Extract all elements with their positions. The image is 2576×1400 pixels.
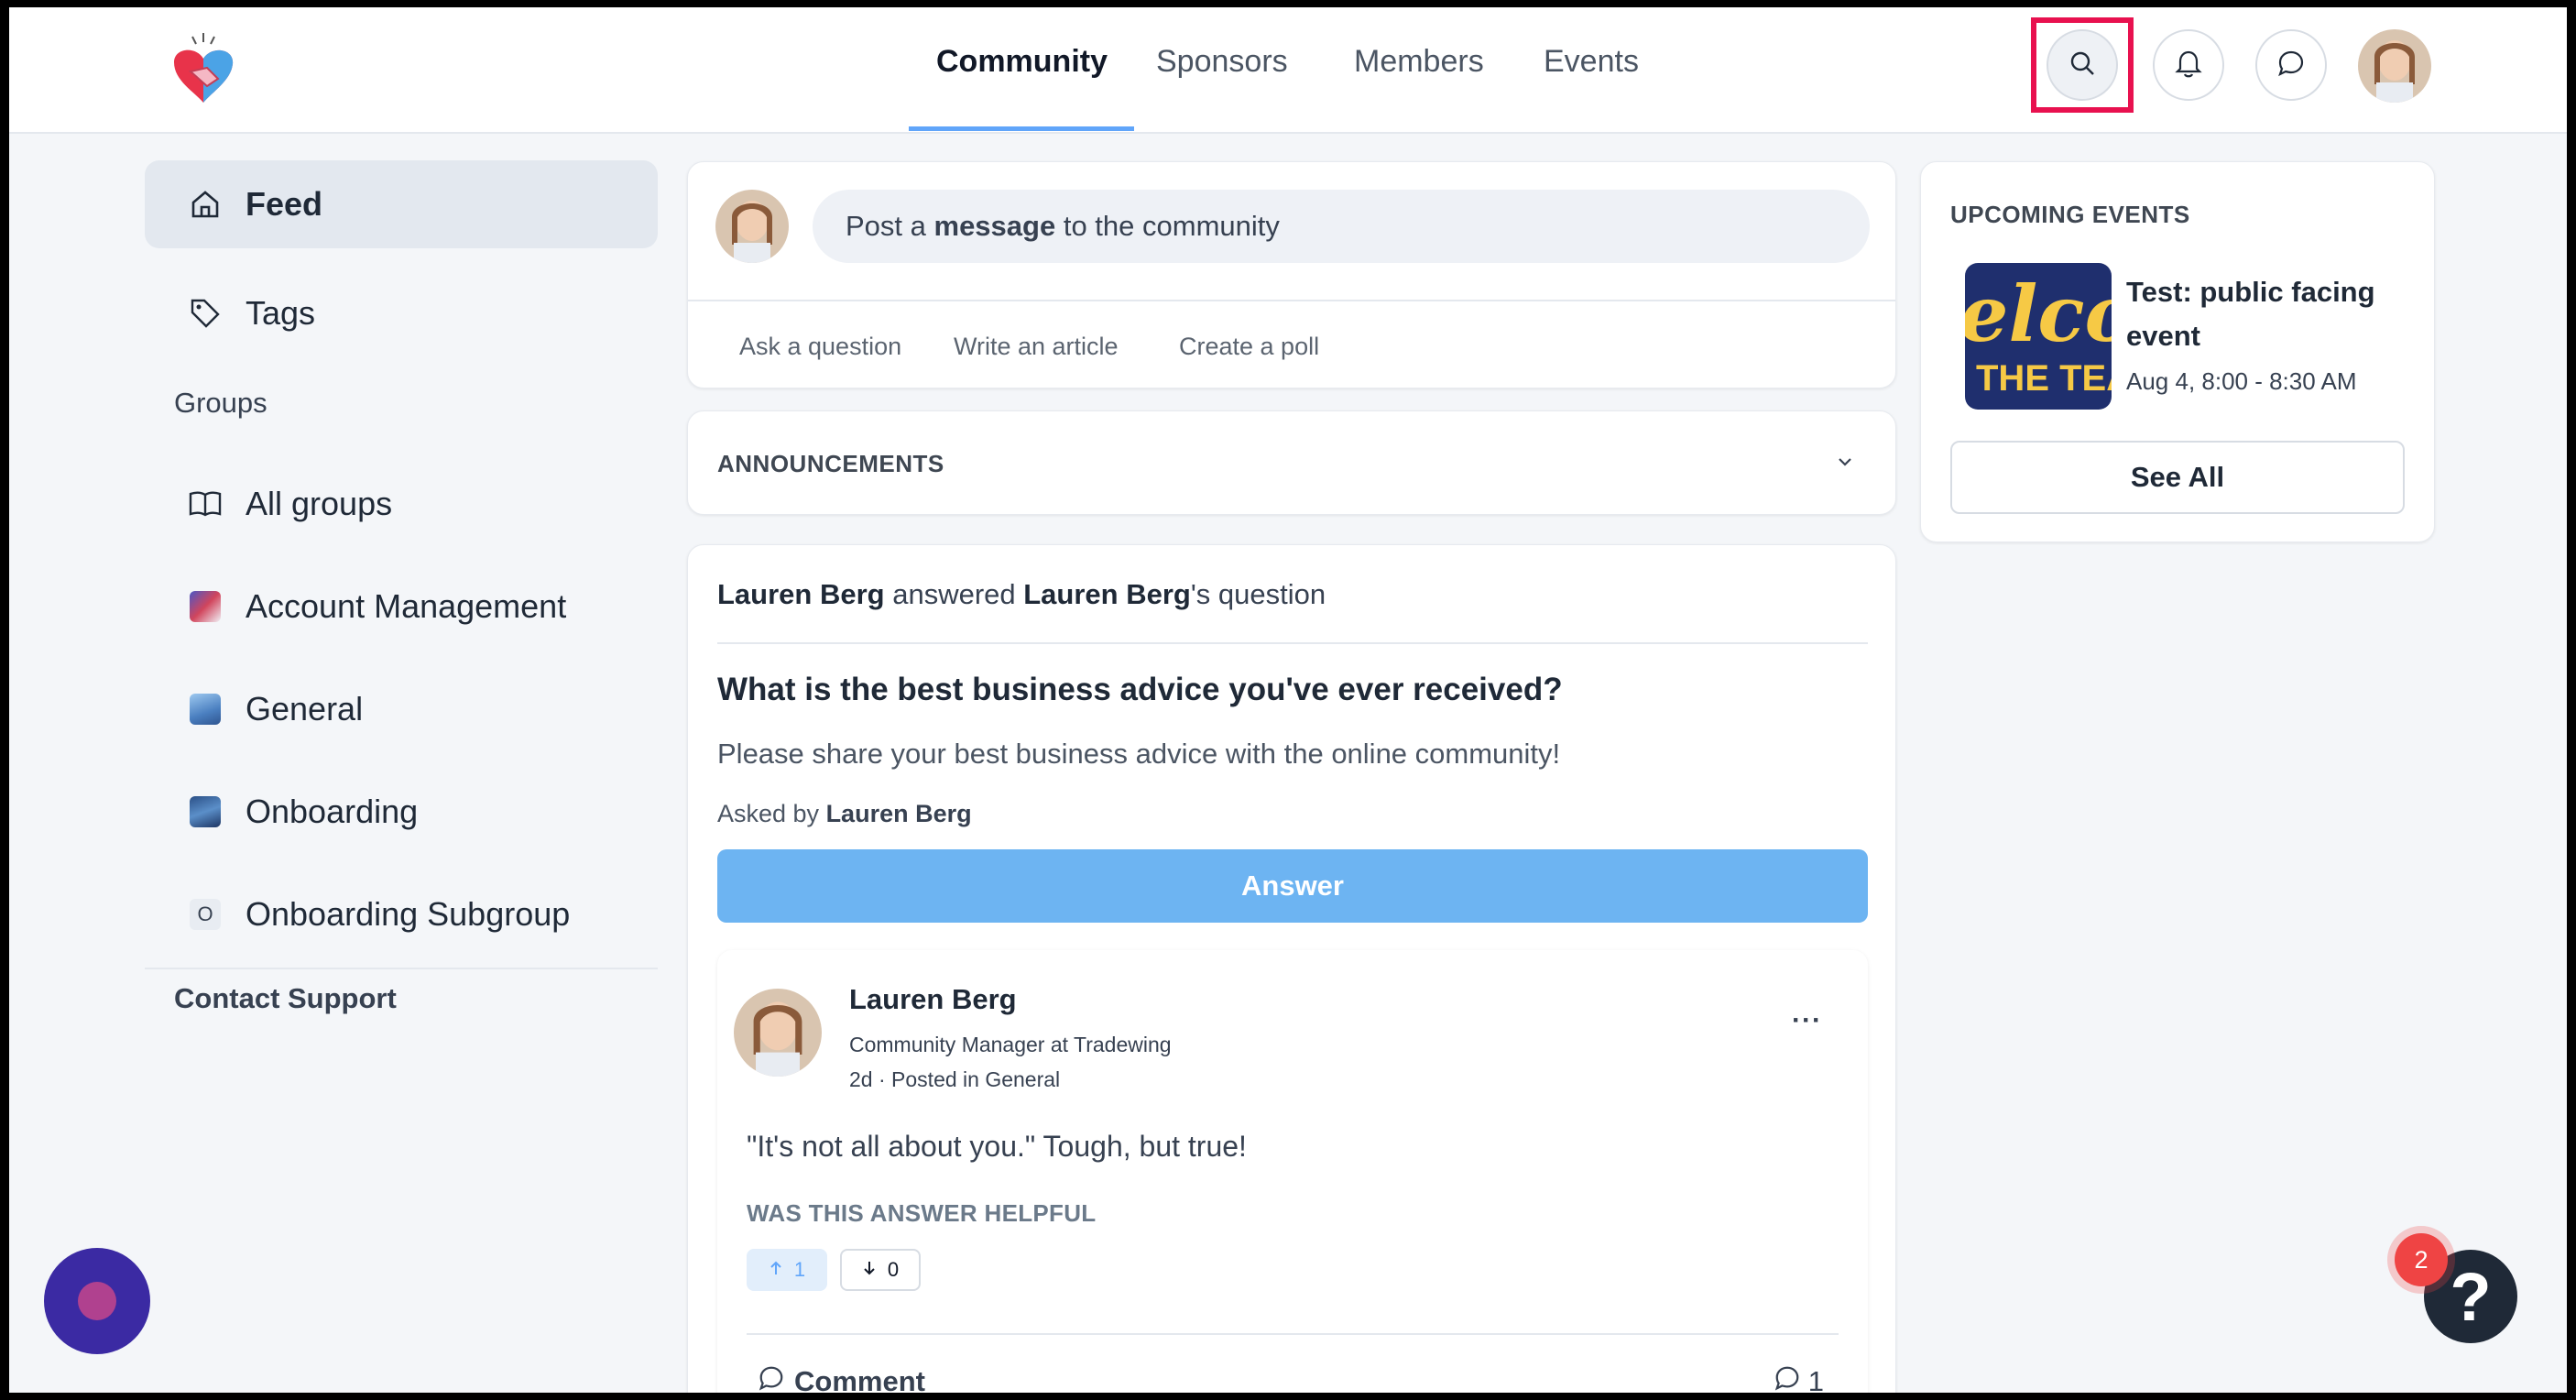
search-icon <box>2068 49 2096 82</box>
sidebar-item-tags[interactable]: Tags <box>145 269 315 357</box>
announcements-title: ANNOUNCEMENTS <box>717 450 944 477</box>
answer-meta: 2d · Posted in General <box>849 1067 1061 1091</box>
search-button[interactable] <box>2047 29 2118 101</box>
tag-icon <box>187 295 224 332</box>
top-navigation-bar: Community Sponsors Members Events <box>9 7 2567 134</box>
sidebar-item-label: Onboarding Subgroup <box>246 895 571 933</box>
composer-placeholder-text: Post a <box>846 210 934 242</box>
answer-author-avatar[interactable] <box>734 989 822 1077</box>
post-message-input[interactable]: Post a message to the community <box>813 190 1870 263</box>
help-notification-badge: 2 <box>2395 1233 2448 1286</box>
downvote-count: 0 <box>887 1258 900 1281</box>
event-thumbnail-text-bottom: THE TEA <box>1976 358 2112 399</box>
sidebar-item-feed[interactable]: Feed <box>145 160 658 248</box>
answer-posted-in[interactable]: Posted in General <box>891 1067 1060 1091</box>
asked-by: Asked by Lauren Berg <box>717 800 972 828</box>
arrow-up-icon <box>769 1258 783 1282</box>
contact-support-link[interactable]: Contact Support <box>174 982 397 1015</box>
sidebar-item-account-management[interactable]: Account Management <box>145 563 566 651</box>
composer-avatar <box>715 190 789 263</box>
chat-widget-button[interactable] <box>44 1248 150 1354</box>
answer-time: 2d <box>849 1067 873 1091</box>
create-poll-button[interactable]: Create a poll <box>1179 333 1319 361</box>
sidebar-item-onboarding-subgroup[interactable]: O Onboarding Subgroup <box>145 870 570 958</box>
user-avatar[interactable] <box>2358 29 2431 103</box>
sidebar-item-label: General <box>246 690 364 727</box>
sidebar-item-label: Tags <box>246 294 316 332</box>
sidebar-item-label: Onboarding <box>246 793 419 830</box>
question-title[interactable]: What is the best business advice you've … <box>717 672 1563 708</box>
answer-card: Lauren Berg Community Manager at Tradewi… <box>717 950 1868 1393</box>
tab-community[interactable]: Community <box>936 44 1108 80</box>
arrow-down-icon <box>862 1258 877 1282</box>
upcoming-events-title: UPCOMING EVENTS <box>1950 201 2190 228</box>
post-composer: Post a message to the community Ask a qu… <box>687 161 1896 388</box>
activity-verb: answered <box>884 578 1024 610</box>
handshake-heart-logo[interactable] <box>165 31 242 108</box>
event-time: Aug 4, 8:00 - 8:30 AM <box>2126 367 2357 395</box>
question-body: Please share your best business advice w… <box>717 738 1561 770</box>
activity-target[interactable]: Lauren Berg <box>1023 578 1191 610</box>
asked-by-name[interactable]: Lauren Berg <box>826 800 972 827</box>
sidebar-item-label: Account Management <box>246 587 567 625</box>
announcements-panel[interactable]: ANNOUNCEMENTS <box>687 410 1896 515</box>
chat-widget-icon <box>78 1282 116 1320</box>
event-name[interactable]: Test: public facing event <box>2126 270 2410 358</box>
tab-sponsors[interactable]: Sponsors <box>1156 44 1288 80</box>
group-initial-badge: O <box>190 899 221 930</box>
asked-by-prefix: Asked by <box>717 800 826 827</box>
write-article-button[interactable]: Write an article <box>954 333 1119 361</box>
bell-icon <box>2175 49 2202 82</box>
event-thumbnail[interactable]: elcon THE TEA <box>1965 263 2112 410</box>
comment-label: Comment <box>794 1365 925 1393</box>
sidebar-divider <box>145 968 658 969</box>
composer-placeholder-text: to the community <box>1055 210 1280 242</box>
helpful-label: WAS THIS ANSWER HELPFUL <box>747 1199 1097 1227</box>
composer-divider <box>688 300 1895 301</box>
composer-placeholder-bold: message <box>933 210 1056 242</box>
sidebar-item-onboarding[interactable]: Onboarding <box>145 768 418 856</box>
comment-button[interactable]: Comment <box>758 1364 925 1393</box>
ask-question-button[interactable]: Ask a question <box>739 333 901 361</box>
answer-divider <box>747 1333 1839 1335</box>
sidebar-item-label: Feed <box>246 185 323 223</box>
comment-icon <box>758 1364 785 1393</box>
tab-events[interactable]: Events <box>1544 44 1639 80</box>
chat-bubble-icon <box>2276 49 2306 82</box>
answer-author-name[interactable]: Lauren Berg <box>849 983 1017 1016</box>
comment-count[interactable]: 1 <box>1774 1364 1824 1393</box>
answer-text: "It's not all about you." Tough, but tru… <box>747 1130 1247 1163</box>
activity-suffix: 's question <box>1190 578 1326 610</box>
comment-icon <box>1774 1364 1801 1393</box>
event-thumbnail-text-top: elcon <box>1965 268 2112 359</box>
messages-button[interactable] <box>2255 29 2327 101</box>
notifications-button[interactable] <box>2153 29 2224 101</box>
activity-line: Lauren Berg answered Lauren Berg's quest… <box>717 578 1326 611</box>
sidebar-item-label: All groups <box>246 485 393 522</box>
sidebar-item-all-groups[interactable]: All groups <box>145 460 392 548</box>
sidebar-item-general[interactable]: General <box>145 665 363 753</box>
home-icon <box>187 186 224 223</box>
feed-post: Lauren Berg answered Lauren Berg's quest… <box>687 544 1896 1393</box>
activity-actor[interactable]: Lauren Berg <box>717 578 885 610</box>
answer-author-role: Community Manager at Tradewing <box>849 1033 1172 1056</box>
group-thumbnail-icon <box>190 591 221 622</box>
open-book-icon <box>187 486 224 522</box>
groups-heading: Groups <box>174 387 267 419</box>
upcoming-events-card: UPCOMING EVENTS elcon THE TEA Test: publ… <box>1920 161 2435 542</box>
group-thumbnail-icon <box>190 796 221 827</box>
answer-button[interactable]: Answer <box>717 849 1868 923</box>
post-divider <box>717 642 1868 644</box>
group-thumbnail-icon <box>190 694 221 725</box>
comment-count-value: 1 <box>1807 1365 1824 1393</box>
upvote-count: 1 <box>793 1258 806 1281</box>
upvote-button[interactable]: 1 <box>747 1249 827 1291</box>
see-all-button[interactable]: See All <box>1950 441 2405 514</box>
downvote-button[interactable]: 0 <box>840 1249 921 1291</box>
tab-members[interactable]: Members <box>1354 44 1484 80</box>
app-window: Community Sponsors Members Events Feed T… <box>9 7 2567 1393</box>
more-options-icon[interactable]: ··· <box>1792 1005 1822 1036</box>
active-tab-indicator <box>909 126 1134 131</box>
chevron-down-icon[interactable] <box>1835 452 1855 476</box>
